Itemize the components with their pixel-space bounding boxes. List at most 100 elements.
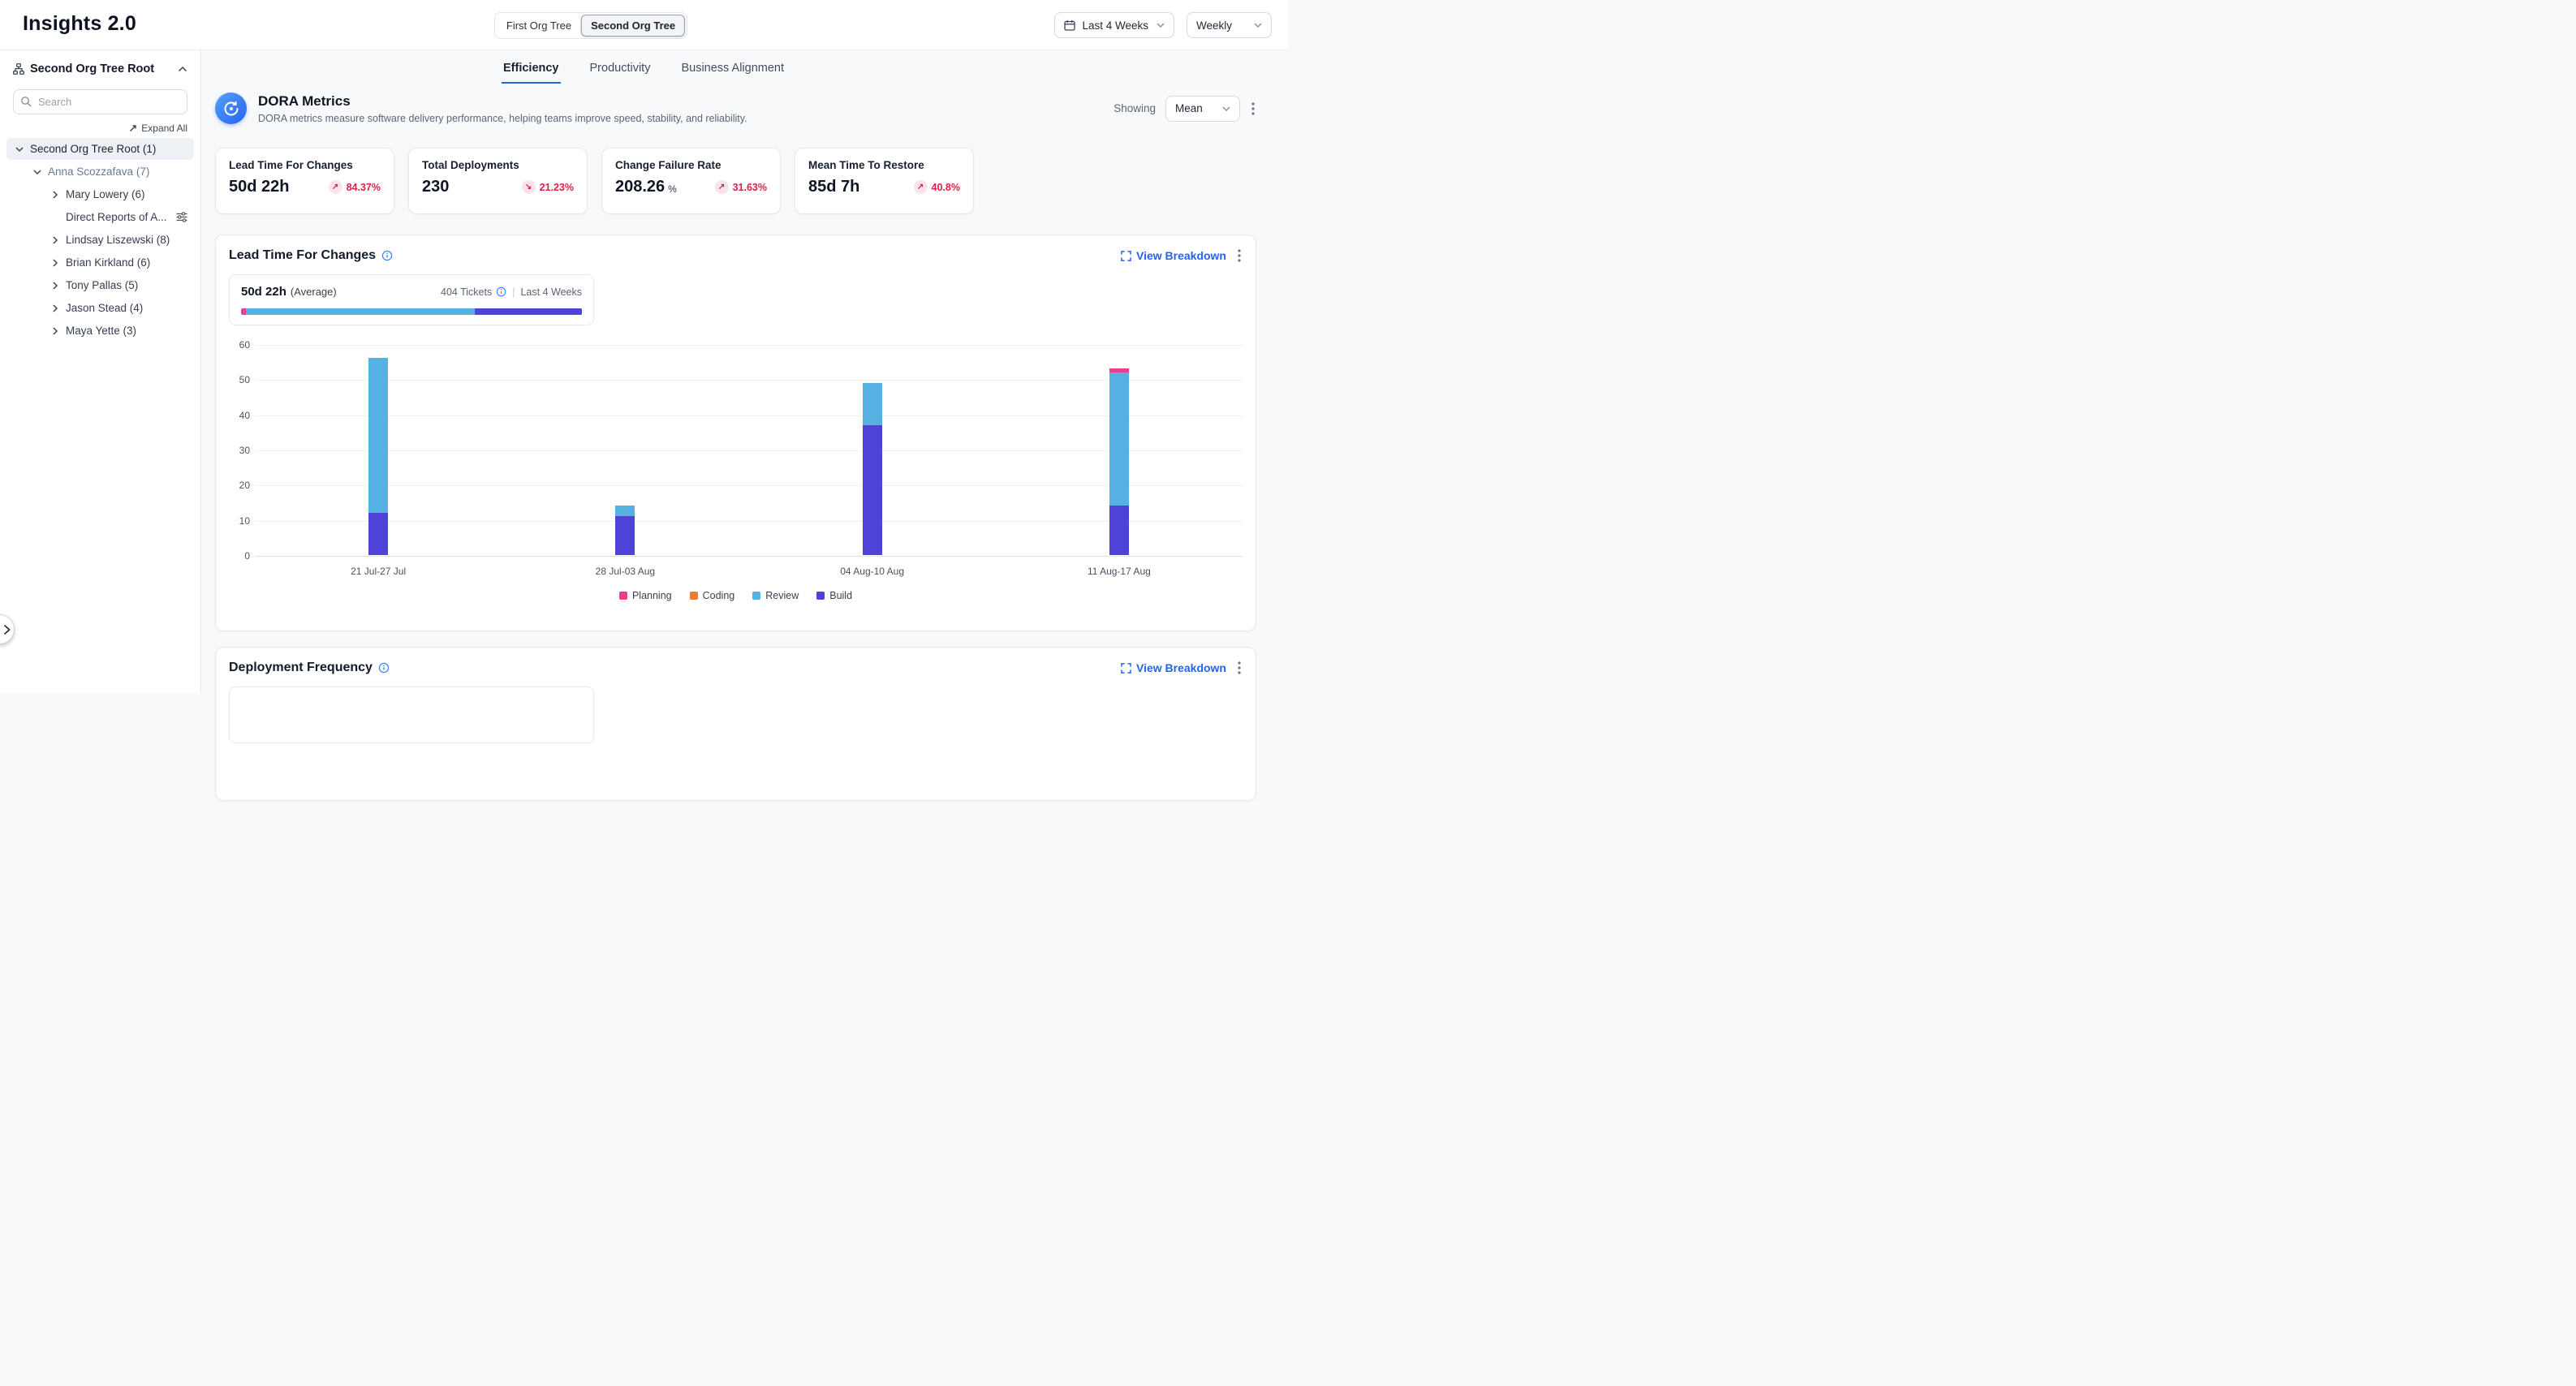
search-input[interactable] xyxy=(13,89,187,114)
dora-header-controls: Showing Mean xyxy=(1114,96,1256,122)
org-hierarchy-icon xyxy=(13,63,24,75)
chevron-right-icon[interactable] xyxy=(50,258,60,268)
info-icon[interactable] xyxy=(496,286,506,297)
tree-item[interactable]: Tony Pallas (5) xyxy=(6,274,194,296)
trend-delta: 21.23% xyxy=(540,182,574,193)
metric-value-row: 208.26%↗31.63% xyxy=(615,178,767,196)
tree-item-label: Tony Pallas (5) xyxy=(66,279,138,291)
legend-swatch xyxy=(619,592,627,600)
legend-item[interactable]: Planning xyxy=(619,590,672,601)
chevron-down-icon[interactable] xyxy=(32,167,42,177)
view-breakdown-button[interactable]: View Breakdown xyxy=(1121,661,1226,674)
app-header: Insights 2.0 First Org Tree Second Org T… xyxy=(0,0,1288,50)
bar-segment-review xyxy=(615,506,635,516)
metric-card: Total Deployments230↘21.23% xyxy=(408,148,588,214)
chevron-right-icon[interactable] xyxy=(50,303,60,313)
view-breakdown-button[interactable]: View Breakdown xyxy=(1121,249,1226,262)
metric-title: Lead Time For Changes xyxy=(229,159,381,171)
legend-label: Planning xyxy=(632,590,672,601)
summary-suffix: (Average) xyxy=(291,286,337,298)
tab-productivity[interactable]: Productivity xyxy=(588,58,653,84)
dora-kebab-menu-icon[interactable] xyxy=(1250,101,1256,117)
toggle-second-org-tree[interactable]: Second Org Tree xyxy=(581,15,685,37)
lead-time-summary-row: 50d 22h (Average) 404 Tickets | Last 4 W… xyxy=(241,285,582,299)
chevron-down-icon xyxy=(1254,23,1262,28)
chart-bar[interactable] xyxy=(368,358,388,555)
dora-subtitle: DORA metrics measure software delivery p… xyxy=(258,113,747,124)
dora-logo-icon xyxy=(215,93,247,124)
trend-badge: ↗31.63% xyxy=(715,180,767,194)
tab-efficiency[interactable]: Efficiency xyxy=(502,58,561,84)
expand-all-button[interactable]: Expand All xyxy=(13,123,187,134)
phase-segment-build xyxy=(475,308,582,315)
date-range-select[interactable]: Last 4 Weeks xyxy=(1054,12,1174,38)
legend-item[interactable]: Coding xyxy=(690,590,735,601)
metric-card: Change Failure Rate 208.26%↗31.63% xyxy=(601,148,781,214)
expand-all-icon xyxy=(128,124,137,133)
granularity-value: Weekly xyxy=(1196,19,1232,32)
date-range-value: Last 4 Weeks xyxy=(1082,19,1148,32)
app-title: Insights 2.0 xyxy=(23,12,136,36)
bar-segment-review xyxy=(1109,372,1129,506)
chart-bar[interactable] xyxy=(1109,368,1129,555)
toggle-first-org-tree[interactable]: First Org Tree xyxy=(497,15,581,37)
metric-value-row: 85d 7h↗40.8% xyxy=(808,178,960,196)
header-controls: Last 4 Weeks Weekly xyxy=(1054,12,1272,38)
org-tree-toggle: First Org Tree Second Org Tree xyxy=(494,12,687,39)
tree-item[interactable]: Lindsay Liszewski (8) xyxy=(6,229,194,251)
metric-title: Mean Time To Restore xyxy=(808,159,960,171)
tree-item[interactable]: Anna Scozzafava (7) xyxy=(6,161,194,183)
sliders-icon[interactable] xyxy=(176,212,187,222)
trend-delta: 31.63% xyxy=(733,182,767,193)
deployment-frequency-card-actions: View Breakdown xyxy=(1121,660,1243,676)
legend-swatch xyxy=(690,592,698,600)
chevron-down-icon[interactable] xyxy=(15,144,24,154)
chevron-right-icon[interactable] xyxy=(50,326,60,336)
divider: | xyxy=(512,286,515,298)
chevron-up-icon[interactable] xyxy=(178,66,187,72)
chevron-right-icon[interactable] xyxy=(50,190,60,200)
showing-select[interactable]: Mean xyxy=(1165,96,1240,122)
expand-icon xyxy=(1121,251,1131,261)
tab-business-alignment[interactable]: Business Alignment xyxy=(679,58,786,84)
lead-time-summary: 50d 22h (Average) 404 Tickets | Last 4 W… xyxy=(229,274,594,325)
tree-item[interactable]: Direct Reports of A... xyxy=(6,206,194,228)
tree-item[interactable]: Mary Lowery (6) xyxy=(6,183,194,205)
chevron-right-icon[interactable] xyxy=(50,281,60,291)
lead-time-kebab-menu-icon[interactable] xyxy=(1236,248,1243,264)
y-axis-tick-label: 0 xyxy=(229,550,250,562)
granularity-select[interactable]: Weekly xyxy=(1187,12,1272,38)
metric-card: Lead Time For Changes50d 22h↗84.37% xyxy=(215,148,394,214)
deployment-frequency-card-header: Deployment Frequency View Breakdown xyxy=(216,648,1256,676)
bar-segment-build xyxy=(1109,506,1129,555)
lead-time-card: Lead Time For Changes View Breakdown 50d… xyxy=(215,235,1256,631)
legend-label: Coding xyxy=(703,590,735,601)
info-icon[interactable] xyxy=(381,250,393,261)
tree-item-label: Anna Scozzafava (7) xyxy=(48,166,149,178)
lead-time-card-header: Lead Time For Changes View Breakdown xyxy=(216,235,1256,264)
metric-value: 208.26 xyxy=(615,178,665,196)
expand-all-label: Expand All xyxy=(141,123,187,134)
info-icon[interactable] xyxy=(378,662,390,674)
tree-item[interactable]: Second Org Tree Root (1) xyxy=(6,138,194,160)
lead-time-card-actions: View Breakdown xyxy=(1121,248,1243,264)
tree-item[interactable]: Brian Kirkland (6) xyxy=(6,252,194,273)
y-axis-tick-label: 50 xyxy=(229,374,250,385)
chart-bar[interactable] xyxy=(863,383,882,555)
search-input-wrapper xyxy=(13,89,187,114)
legend-item[interactable]: Build xyxy=(816,590,852,601)
chevron-right-icon[interactable] xyxy=(50,235,60,245)
gridline xyxy=(255,450,1243,451)
tree-item[interactable]: Jason Stead (4) xyxy=(6,297,194,319)
view-breakdown-label: View Breakdown xyxy=(1136,661,1226,674)
chevron-down-icon xyxy=(1222,106,1230,111)
tree-item-label: Brian Kirkland (6) xyxy=(66,256,150,269)
legend-item[interactable]: Review xyxy=(752,590,799,601)
gridline xyxy=(255,556,1243,557)
deployment-frequency-kebab-menu-icon[interactable] xyxy=(1236,660,1243,676)
metric-title: Change Failure Rate xyxy=(615,159,767,171)
tree-item[interactable]: Maya Yette (3) xyxy=(6,320,194,342)
chart-bar[interactable] xyxy=(615,506,635,555)
summary-range: Last 4 Weeks xyxy=(520,286,582,298)
tree-item-label: Direct Reports of A... xyxy=(66,211,167,223)
